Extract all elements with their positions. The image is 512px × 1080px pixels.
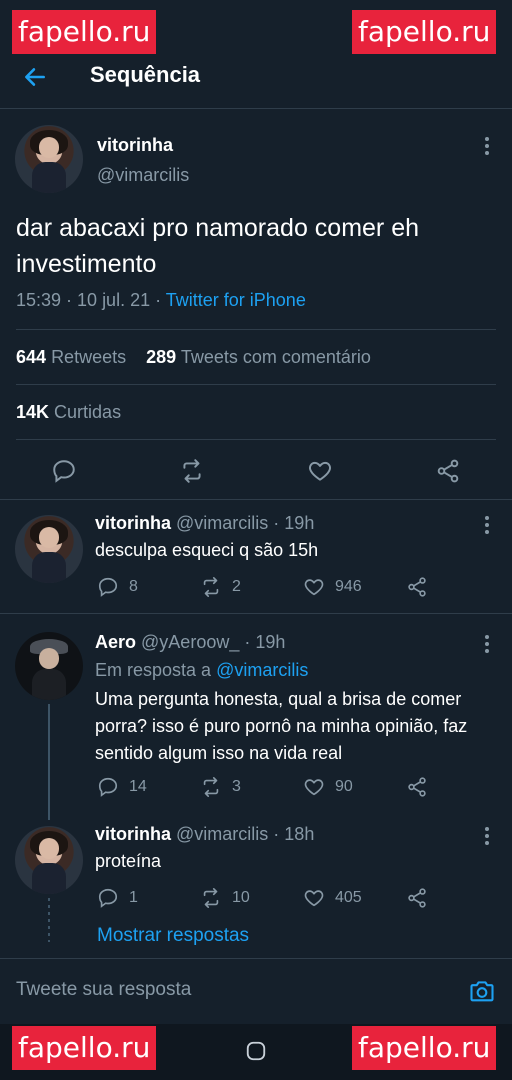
thread-dots [48, 898, 50, 942]
retweets-stat[interactable]: 644 Retweets [16, 347, 126, 367]
reply-context: Em resposta a @vimarcilis [95, 660, 309, 680]
like-icon [304, 579, 324, 596]
reply-icon [98, 577, 118, 597]
compose-bar: Tweete sua resposta [0, 958, 512, 1025]
divider [0, 499, 512, 500]
share-button[interactable] [406, 776, 438, 798]
reply-text: proteína [95, 851, 162, 871]
avatar[interactable] [15, 515, 83, 583]
retweet-button[interactable]: 2 [200, 576, 241, 598]
reply-button[interactable]: 8 [97, 576, 138, 598]
comments-stat[interactable]: 289 Tweets com comentário [146, 347, 371, 367]
share-icon [408, 577, 426, 597]
retweet-icon [203, 577, 219, 597]
retweet-icon [203, 777, 219, 797]
retweet-button[interactable]: 3 [200, 776, 241, 798]
reply-text: desculpa esqueci q são 15h [95, 540, 319, 560]
tweet-time: 15:39 · 10 jul. 21 · [16, 290, 166, 310]
author-handle[interactable]: @vimarcilis [97, 165, 189, 186]
divider [16, 384, 496, 385]
tweet-stats: 644 Retweets 289 Tweets com comentário [16, 347, 371, 368]
like-icon[interactable] [307, 458, 333, 484]
likes-stat[interactable]: 14K Curtidas [16, 402, 121, 423]
like-button[interactable]: 946 [303, 576, 362, 598]
more-options-icon[interactable] [484, 635, 490, 655]
show-replies-link[interactable]: Mostrar respostas [97, 925, 249, 947]
like-button[interactable]: 90 [303, 776, 353, 798]
home-button-icon[interactable] [245, 1040, 267, 1062]
watermark: fapello.ru [12, 10, 157, 54]
watermark: fapello.ru [12, 1026, 157, 1070]
like-icon [304, 890, 324, 907]
author-name[interactable]: vitorinha [97, 135, 173, 156]
divider [16, 439, 496, 440]
reply-author[interactable]: Aero @yAeroow_ · 19h [95, 632, 285, 653]
more-options-icon[interactable] [484, 516, 490, 536]
reply-text: Uma pergunta honesta, qual a brisa de co… [95, 689, 468, 763]
watermark: fapello.ru [352, 1026, 497, 1070]
thread-line [48, 704, 50, 820]
share-button[interactable] [406, 887, 438, 909]
share-icon [408, 888, 426, 908]
divider [16, 329, 496, 330]
share-icon [408, 777, 426, 797]
reply-icon[interactable] [51, 458, 77, 484]
mention-link[interactable]: @vimarcilis [216, 660, 308, 680]
like-button[interactable]: 405 [303, 887, 362, 909]
tweet-meta: 15:39 · 10 jul. 21 · Twitter for iPhone [16, 290, 306, 311]
watermark: fapello.ru [352, 10, 497, 54]
tweet-text: dar abacaxi pro namorado comer eh invest… [16, 214, 420, 278]
reply-author[interactable]: vitorinha @vimarcilis · 18h [95, 824, 314, 845]
like-icon [304, 779, 324, 796]
reply-button[interactable]: 1 [97, 887, 138, 909]
arrow-left-icon[interactable] [22, 64, 48, 90]
reply-icon [98, 888, 118, 908]
more-options-icon[interactable] [484, 137, 490, 157]
reply-input[interactable]: Tweete sua resposta [16, 979, 191, 1001]
tweet-source[interactable]: Twitter for iPhone [166, 290, 306, 310]
divider [0, 613, 512, 614]
page-title: Sequência [90, 62, 201, 87]
reply-author[interactable]: vitorinha @vimarcilis · 19h [95, 513, 314, 534]
avatar[interactable] [15, 125, 83, 193]
avatar[interactable] [15, 632, 83, 700]
share-button[interactable] [406, 576, 438, 598]
retweet-icon[interactable] [179, 458, 205, 484]
reply-icon [98, 777, 118, 797]
retweet-button[interactable]: 10 [200, 887, 250, 909]
more-options-icon[interactable] [484, 827, 490, 847]
share-icon[interactable] [435, 458, 461, 484]
avatar[interactable] [15, 826, 83, 894]
retweet-icon [203, 888, 219, 908]
reply-button[interactable]: 14 [97, 776, 147, 798]
top-bar: Sequência [0, 50, 512, 109]
camera-icon[interactable] [468, 977, 496, 1005]
